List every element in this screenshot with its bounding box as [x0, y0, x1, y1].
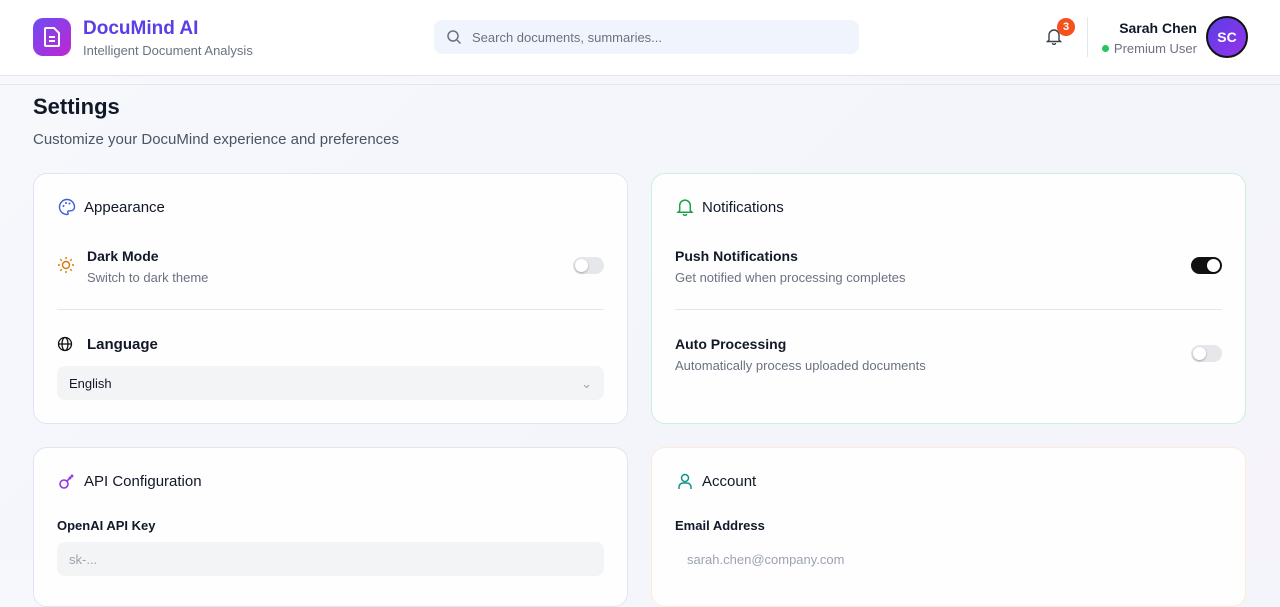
- notification-badge: 3: [1057, 18, 1075, 36]
- appearance-card: Appearance Dark Mode Switch to dark them…: [33, 173, 628, 424]
- email-label: Email Address: [675, 518, 765, 533]
- user-icon: [678, 473, 692, 489]
- email-field[interactable]: sarah.chen@company.com: [675, 542, 1222, 576]
- divider: [0, 84, 1280, 85]
- card-title: Notifications: [702, 198, 784, 216]
- bell-icon: [676, 199, 694, 216]
- sun-icon: [58, 257, 74, 273]
- account-card: Account Email Address sarah.chen@company…: [651, 447, 1246, 607]
- brand-name: DocuMind AI: [83, 18, 199, 39]
- user-role: Premium User: [1101, 41, 1197, 56]
- dark-mode-desc: Switch to dark theme: [87, 270, 209, 285]
- language-label: Language: [87, 336, 158, 353]
- push-label: Push Notifications: [675, 248, 798, 264]
- dark-mode-toggle[interactable]: [573, 257, 604, 274]
- key-icon: [59, 474, 74, 489]
- auto-processing-desc: Automatically process uploaded documents: [675, 358, 926, 373]
- api-key-label: OpenAI API Key: [57, 518, 156, 533]
- online-status-icon: [1101, 45, 1109, 52]
- notifications-card: Notifications Push Notifications Get not…: [651, 173, 1246, 424]
- globe-icon: [57, 336, 73, 352]
- search-icon: [447, 30, 462, 45]
- user-role-text: Premium User: [1113, 41, 1197, 56]
- palette-icon: [58, 198, 76, 216]
- card-title: Appearance: [84, 198, 165, 216]
- divider: [1087, 17, 1088, 57]
- document-logo-icon: [33, 18, 71, 56]
- card-title: API Configuration: [84, 472, 202, 490]
- auto-processing-toggle[interactable]: [1191, 345, 1222, 362]
- language-value: English: [69, 376, 112, 391]
- chevron-down-icon: ⌄: [581, 376, 592, 391]
- page-title: Settings: [33, 94, 120, 119]
- push-notifications-toggle[interactable]: [1191, 257, 1222, 274]
- auto-processing-label: Auto Processing: [675, 336, 787, 352]
- api-card: API Configuration OpenAI API Key sk-...: [33, 447, 628, 607]
- push-desc: Get notified when processing completes: [675, 270, 906, 285]
- language-select[interactable]: English ⌄: [57, 366, 604, 400]
- dark-mode-label: Dark Mode: [87, 248, 159, 264]
- top-header: DocuMind AI Intelligent Document Analysi…: [0, 0, 1280, 76]
- card-title: Account: [702, 472, 757, 490]
- brand-tagline: Intelligent Document Analysis: [83, 43, 253, 58]
- divider: [675, 309, 1222, 310]
- api-key-input[interactable]: sk-...: [57, 542, 604, 576]
- divider: [57, 309, 604, 310]
- search-input[interactable]: Search documents, summaries...: [434, 20, 859, 54]
- user-name: Sarah Chen: [1119, 20, 1197, 36]
- page-subtitle: Customize your DocuMind experience and p…: [33, 131, 400, 148]
- avatar[interactable]: SC: [1206, 16, 1248, 58]
- search-placeholder: Search documents, summaries...: [472, 29, 663, 45]
